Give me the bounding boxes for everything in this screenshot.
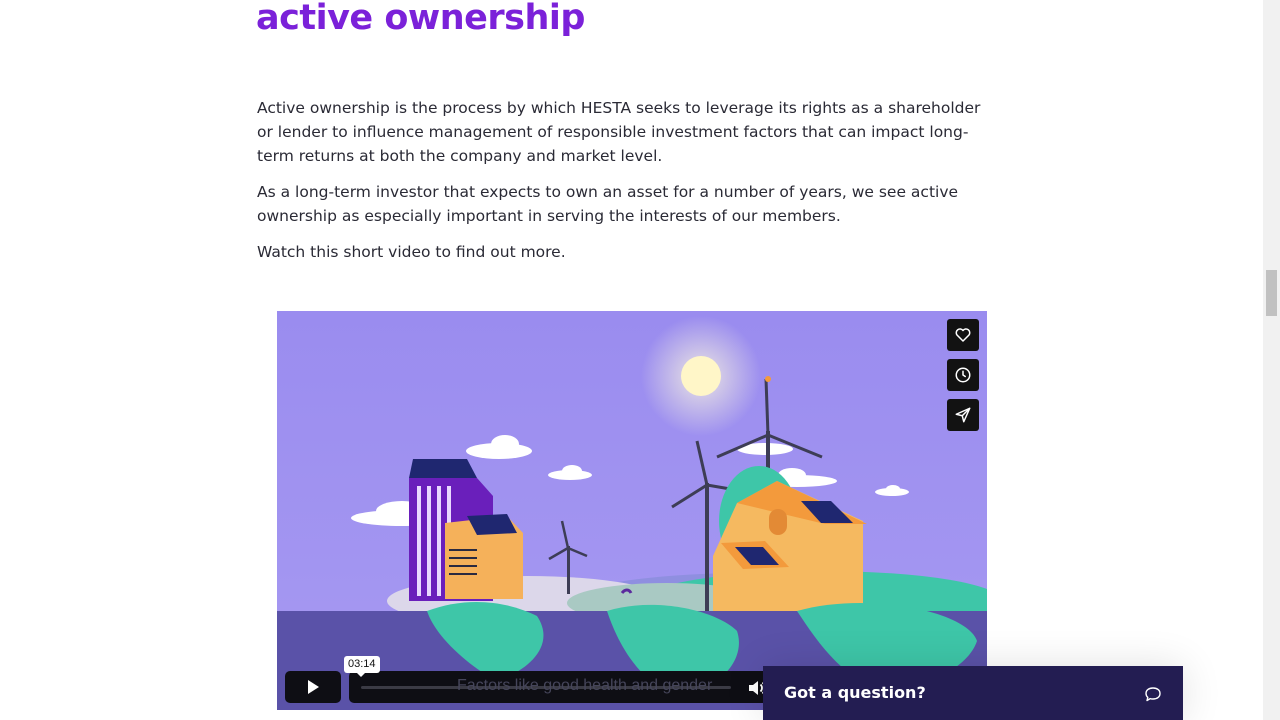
chat-label: Got a question? — [784, 683, 926, 702]
watch-later-button[interactable] — [947, 359, 979, 391]
paragraph-intro: Active ownership is the process by which… — [257, 99, 981, 165]
chat-bubble-icon — [1145, 687, 1161, 702]
play-button[interactable] — [285, 671, 341, 703]
time-tooltip: 03:14 — [344, 656, 380, 677]
paragraph-investor: As a long-term investor that expects to … — [257, 183, 959, 225]
video-player[interactable]: Factors like good health and gender 03:1… — [277, 311, 987, 710]
page-scrollbar[interactable] — [1263, 0, 1280, 720]
share-button[interactable] — [947, 399, 979, 431]
paragraph-watch: Watch this short video to find out more. — [257, 243, 566, 261]
page-heading: active ownership — [256, 0, 585, 38]
video-frame-illustration — [277, 311, 987, 710]
chat-widget[interactable]: Got a question? — [763, 666, 1183, 720]
clock-icon — [955, 367, 971, 383]
send-icon — [955, 407, 971, 423]
like-button[interactable] — [947, 319, 979, 351]
video-caption: Factors like good health and gender — [457, 677, 713, 694]
scrollbar-thumb[interactable] — [1266, 270, 1277, 316]
heart-icon — [955, 328, 971, 342]
play-icon — [308, 680, 319, 694]
